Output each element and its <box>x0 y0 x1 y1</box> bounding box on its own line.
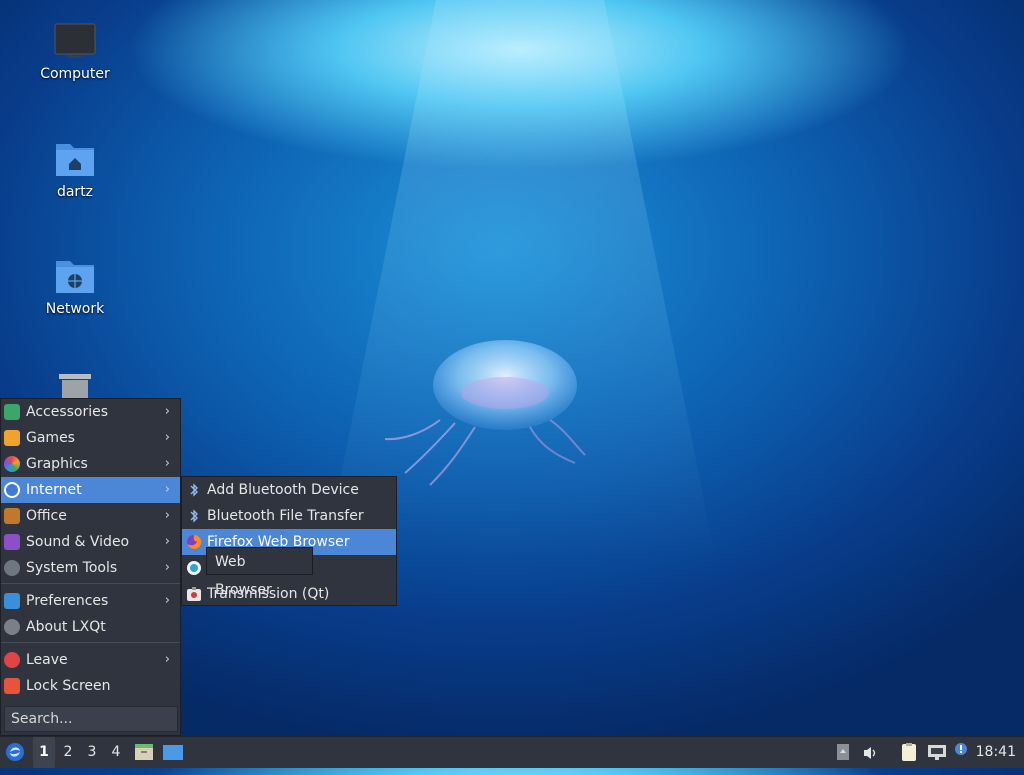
home-folder-icon <box>56 144 94 176</box>
network-folder-icon <box>56 261 94 293</box>
show-desktop-button[interactable] <box>162 737 184 768</box>
menu-item-accessories[interactable]: Accessories › <box>1 399 180 425</box>
jellyfish-image <box>384 340 586 486</box>
menu-separator <box>1 583 180 584</box>
submenu-arrow-icon: › <box>164 456 170 471</box>
monitor-icon <box>54 23 96 58</box>
submenu-item-add-bluetooth-device[interactable]: Add Bluetooth Device <box>182 477 396 503</box>
submenu-arrow-icon: › <box>164 560 170 575</box>
games-icon <box>4 430 20 446</box>
desktop-icon-label: dartz <box>56 184 94 200</box>
submenu-arrow-icon: › <box>164 593 170 608</box>
internet-icon <box>4 482 20 498</box>
web-browser-icon <box>187 561 201 575</box>
menu-item-about-lxqt[interactable]: About LXQt <box>1 614 180 640</box>
trash-icon <box>59 374 91 398</box>
menu-item-label: System Tools <box>26 560 118 576</box>
clipboard-icon <box>902 743 916 761</box>
desktop-switch-3[interactable]: 3 <box>81 737 103 768</box>
menu-item-label: Leave <box>26 652 68 668</box>
graphics-icon <box>4 456 20 472</box>
menu-item-internet[interactable]: Internet › <box>1 477 180 503</box>
menu-item-lock-screen[interactable]: Lock Screen <box>1 673 180 699</box>
desktop-icon-trash[interactable] <box>25 372 125 398</box>
desktop-switch-2[interactable]: 2 <box>57 737 79 768</box>
desktop-icon-network[interactable]: Network <box>25 255 125 317</box>
tray-network[interactable] <box>927 737 949 768</box>
show-desktop-icon <box>163 745 183 760</box>
submenu-item-label: Add Bluetooth Device <box>207 482 359 498</box>
lxqt-logo-icon <box>6 743 24 761</box>
tray-clipboard[interactable] <box>899 737 921 768</box>
menu-item-label: Graphics <box>26 456 88 472</box>
multimedia-icon <box>4 534 20 550</box>
submenu-arrow-icon: › <box>164 482 170 497</box>
internet-submenu: Add Bluetooth Device Bluetooth File Tran… <box>181 476 397 606</box>
menu-item-sound-video[interactable]: Sound & Video › <box>1 529 180 555</box>
submenu-arrow-icon: › <box>164 404 170 419</box>
menu-item-label: About LXQt <box>26 619 106 635</box>
firefox-icon <box>187 534 202 549</box>
transmission-icon <box>187 587 201 601</box>
desktop-icon-label: Computer <box>40 66 110 82</box>
desktop-switch-4[interactable]: 4 <box>105 737 127 768</box>
bluetooth-icon <box>190 509 198 523</box>
lock-icon <box>4 678 20 694</box>
menu-item-graphics[interactable]: Graphics › <box>1 451 180 477</box>
desktop-icon-computer[interactable]: Computer <box>25 22 125 82</box>
info-icon <box>4 619 20 635</box>
volume-icon <box>864 747 876 759</box>
menu-item-system-tools[interactable]: System Tools › <box>1 555 180 581</box>
menu-item-preferences[interactable]: Preferences › <box>1 588 180 614</box>
taskbar: 1 2 3 4 18:41 <box>0 736 1024 768</box>
desktop-icon-label: Network <box>45 301 105 317</box>
menu-item-label: Sound & Video <box>26 534 130 550</box>
clock[interactable]: 18:41 <box>976 737 1016 768</box>
menu-item-label: Accessories <box>26 404 109 420</box>
notification-icon <box>955 743 967 755</box>
menu-item-label: Games <box>26 430 75 446</box>
file-manager-icon <box>135 744 153 760</box>
system-tools-icon <box>4 560 20 576</box>
desktop-icon-home[interactable]: dartz <box>25 138 125 200</box>
submenu-arrow-icon: › <box>164 508 170 523</box>
main-menu-button[interactable] <box>4 737 28 768</box>
desktop-switch-1[interactable]: 1 <box>33 737 55 768</box>
submenu-item-label: Bluetooth File Transfer <box>207 508 364 524</box>
menu-item-label: Internet <box>26 482 82 498</box>
application-menu: Accessories › Games › Graphics › Interne… <box>0 398 181 736</box>
bluetooth-icon <box>190 483 198 497</box>
menu-item-leave[interactable]: Leave › <box>1 647 180 673</box>
menu-item-games[interactable]: Games › <box>1 425 180 451</box>
menu-item-office[interactable]: Office › <box>1 503 180 529</box>
preferences-icon <box>4 593 20 609</box>
updates-icon <box>837 744 849 760</box>
file-manager-launcher[interactable] <box>134 737 156 768</box>
submenu-arrow-icon: › <box>164 652 170 667</box>
tooltip: Web Browser <box>206 547 313 598</box>
network-wired-icon <box>928 745 946 760</box>
tray-updates[interactable] <box>836 737 852 768</box>
submenu-item-bluetooth-file-transfer[interactable]: Bluetooth File Transfer <box>182 503 396 529</box>
accessories-icon <box>4 404 20 420</box>
submenu-arrow-icon: › <box>164 534 170 549</box>
search-input[interactable]: Search... <box>4 706 178 732</box>
tray-volume[interactable] <box>862 737 882 768</box>
submenu-arrow-icon: › <box>164 430 170 445</box>
menu-item-label: Lock Screen <box>26 678 111 694</box>
power-icon <box>4 652 20 668</box>
tray-notifications[interactable] <box>953 737 971 768</box>
office-icon <box>4 508 20 524</box>
menu-item-label: Preferences <box>26 593 109 609</box>
menu-separator <box>1 642 180 643</box>
menu-item-label: Office <box>26 508 67 524</box>
